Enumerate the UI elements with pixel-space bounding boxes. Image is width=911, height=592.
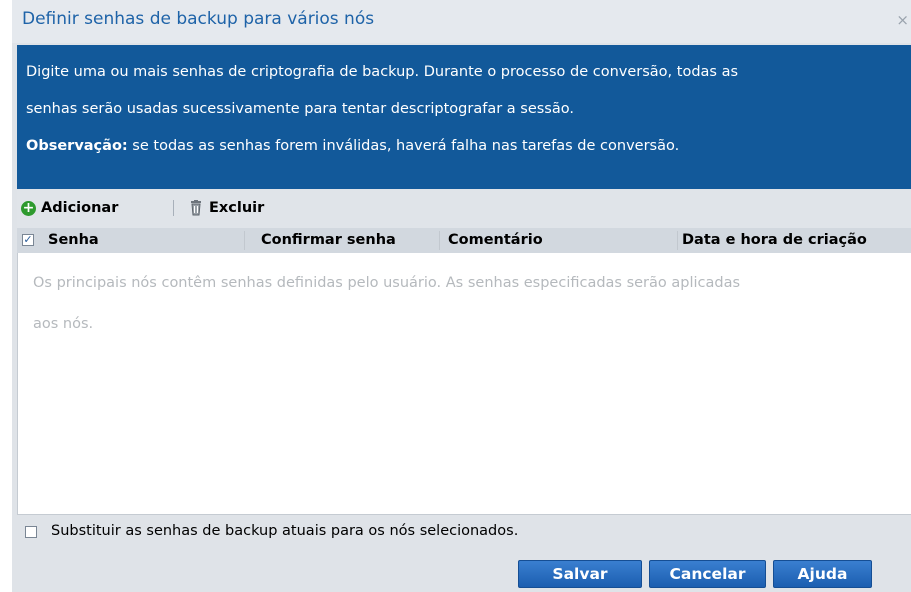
- delete-button[interactable]: Excluir: [189, 198, 264, 218]
- help-button[interactable]: Ajuda: [773, 560, 872, 588]
- column-header-confirmar-senha[interactable]: Confirmar senha: [261, 228, 396, 253]
- delete-button-label: Excluir: [209, 200, 265, 216]
- column-header-data-hora[interactable]: Data e hora de criação: [682, 228, 867, 253]
- plus-circle-icon: +: [21, 199, 36, 216]
- select-all-checkbox[interactable]: ✓: [22, 234, 34, 246]
- empty-message-line-1: Os principais nós contêm senhas definida…: [33, 275, 741, 291]
- trash-icon: [191, 200, 201, 216]
- column-divider: [244, 231, 245, 250]
- info-line-1: Digite uma ou mais senhas de criptografi…: [26, 64, 739, 80]
- column-header-senha[interactable]: Senha: [48, 228, 99, 253]
- info-panel: Digite uma ou mais senhas de criptografi…: [17, 45, 911, 189]
- replace-passwords-option[interactable]: Substituir as senhas de backup atuais pa…: [17, 520, 911, 544]
- replace-passwords-label: Substituir as senhas de backup atuais pa…: [51, 523, 519, 539]
- info-note-label: Observação:: [26, 138, 128, 154]
- column-header-comentario[interactable]: Comentário: [448, 228, 543, 253]
- column-divider: [439, 231, 440, 250]
- add-button[interactable]: + Adicionar: [21, 198, 118, 218]
- grid-header: ✓ Senha Confirmar senha Comentário Data …: [17, 228, 911, 254]
- toolbar-separator: [173, 200, 174, 216]
- info-note-text: se todas as senhas forem inválidas, have…: [127, 138, 680, 154]
- empty-message-line-2: aos nós.: [33, 316, 94, 332]
- info-line-2: senhas serão usadas sucessivamente para …: [26, 101, 574, 117]
- grid-toolbar: + Adicionar Excluir: [17, 190, 911, 228]
- dialog-title: Definir senhas de backup para vários nós: [22, 9, 375, 29]
- dialog-titlebar: Definir senhas de backup para vários nós…: [12, 0, 911, 43]
- backup-password-dialog: Definir senhas de backup para vários nós…: [12, 0, 911, 592]
- save-button[interactable]: Salvar: [518, 560, 642, 588]
- add-button-label: Adicionar: [41, 200, 119, 216]
- close-icon[interactable]: ×: [896, 12, 909, 28]
- column-divider: [677, 231, 678, 250]
- replace-passwords-checkbox[interactable]: [25, 526, 37, 538]
- cancel-button[interactable]: Cancelar: [649, 560, 766, 588]
- password-grid-body: Os principais nós contêm senhas definida…: [17, 253, 911, 515]
- info-note: Observação: se todas as senhas forem inv…: [26, 138, 679, 154]
